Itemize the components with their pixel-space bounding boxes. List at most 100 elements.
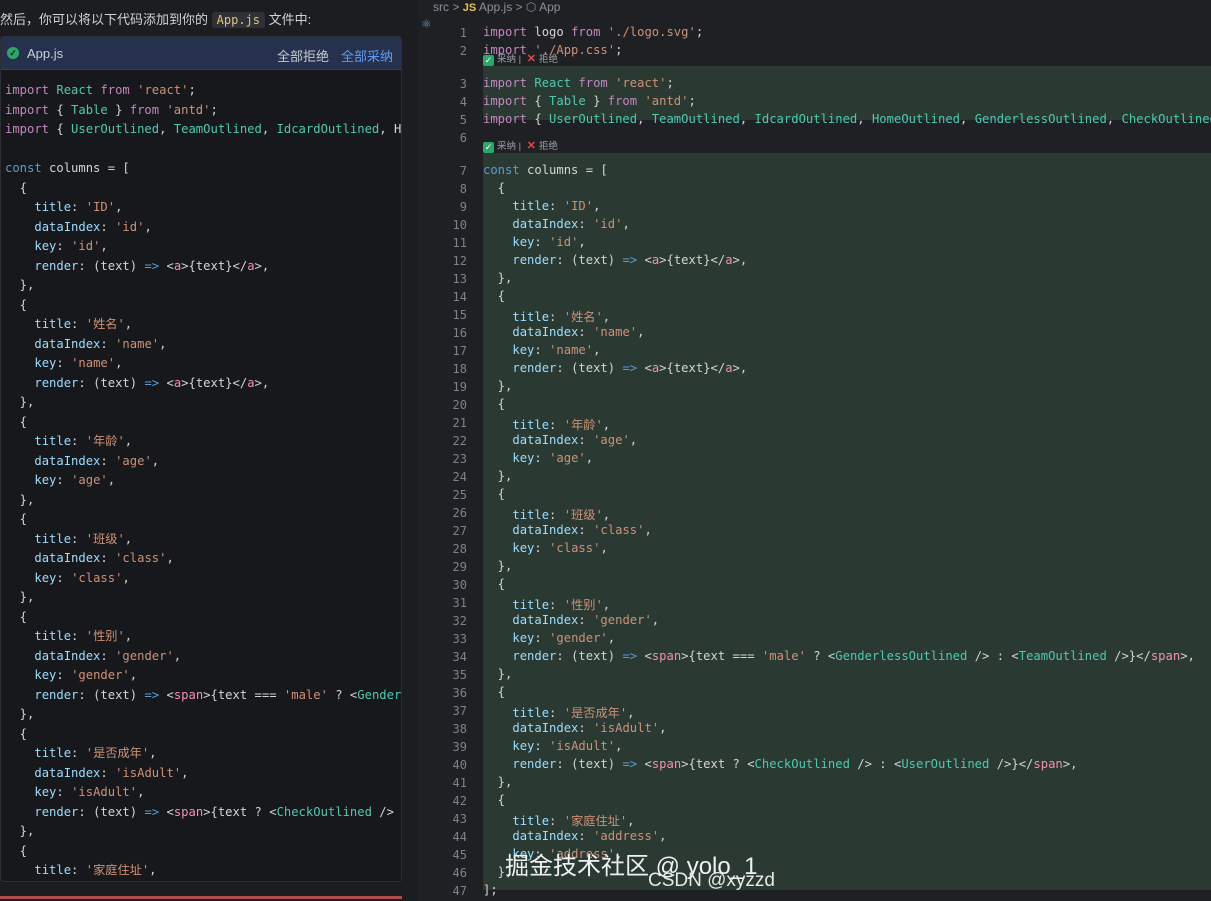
chat-code-line: dataIndex: 'gender', bbox=[34, 648, 182, 663]
line-number: 45 bbox=[452, 848, 467, 862]
accept-suggestion-button[interactable]: 采纳 bbox=[497, 141, 516, 152]
code-line[interactable]: render: (text) => <span>{text ? <CheckOu… bbox=[483, 757, 1077, 771]
code-line[interactable]: title: '年龄', bbox=[483, 415, 610, 433]
chat-code-line: title: 'ID', bbox=[34, 200, 123, 214]
chat-code-line: { bbox=[5, 414, 28, 429]
code-block: ✓ App.js 全部拒绝 全部采纳 import React from 're… bbox=[0, 36, 402, 882]
line-number: 36 bbox=[452, 686, 467, 700]
chat-code-line: }, bbox=[5, 707, 35, 721]
code-line[interactable]: dataIndex: 'gender', bbox=[483, 613, 659, 627]
code-line[interactable] bbox=[483, 130, 490, 144]
chat-panel: 然后，你可以将以下代码添加到你的 App.js 文件中: ✓ App.js 全部… bbox=[0, 0, 417, 901]
code-line[interactable]: render: (text) => <span>{text === 'male'… bbox=[483, 649, 1195, 663]
reject-all-button[interactable]: 全部拒绝 bbox=[277, 46, 329, 65]
accept-all-button[interactable]: 全部采纳 bbox=[341, 46, 393, 65]
reject-suggestion-button[interactable]: 拒绝 bbox=[539, 141, 558, 152]
code-line[interactable]: const columns = [ bbox=[483, 163, 608, 177]
line-number: 38 bbox=[452, 722, 467, 736]
code-line[interactable]: dataIndex: 'name', bbox=[483, 325, 644, 339]
chat-code-line: const columns = [ bbox=[5, 161, 130, 175]
code-line[interactable]: dataIndex: 'isAdult', bbox=[483, 721, 666, 735]
line-number: 20 bbox=[452, 398, 467, 412]
code-line[interactable]: }, bbox=[483, 667, 513, 681]
chat-code-line bbox=[5, 140, 401, 160]
line-number: 30 bbox=[452, 578, 467, 592]
code-line[interactable]: }, bbox=[483, 271, 513, 285]
line-number: 41 bbox=[452, 776, 467, 790]
code-line[interactable]: render: (text) => <a>{text}</a>, bbox=[483, 253, 747, 267]
chat-code-line: title: '是否成年', bbox=[34, 746, 157, 760]
chat-code-line: { bbox=[5, 512, 28, 526]
chat-code-line: key: 'class', bbox=[34, 570, 130, 585]
code-line[interactable]: render: (text) => <a>{text}</a>, bbox=[483, 361, 747, 375]
line-number: 7 bbox=[459, 164, 467, 178]
line-number: 33 bbox=[452, 632, 467, 646]
line-number: 22 bbox=[452, 434, 467, 448]
code-line[interactable]: import { UserOutlined, TeamOutlined, Idc… bbox=[483, 112, 1211, 126]
code-line[interactable]: key: 'name', bbox=[483, 343, 600, 357]
code-line[interactable]: key: 'age', bbox=[483, 451, 593, 465]
code-editor[interactable]: ✓ 采纳 | ✕ 拒绝 ✓ 采纳 | ✕ 拒绝 1 import logo from './l… bbox=[417, 0, 1211, 901]
line-number: 44 bbox=[452, 830, 467, 844]
line-number: 47 bbox=[452, 884, 467, 898]
code-line[interactable]: dataIndex: 'age', bbox=[483, 433, 637, 447]
chat-code-line: }, bbox=[5, 824, 35, 838]
chat-code-line: }, bbox=[5, 492, 35, 507]
line-number: 26 bbox=[452, 506, 467, 520]
code-line[interactable]: }, bbox=[483, 559, 513, 573]
code-line[interactable]: title: '性别', bbox=[483, 595, 610, 613]
code-line[interactable]: import logo from './logo.svg'; bbox=[483, 25, 703, 39]
code-line[interactable]: }, bbox=[483, 469, 513, 483]
line-number: 6 bbox=[459, 131, 467, 145]
line-number: 3 bbox=[459, 77, 467, 91]
code-line[interactable]: }, bbox=[483, 379, 513, 393]
code-line[interactable]: dataIndex: 'id', bbox=[483, 217, 629, 231]
intro-filename: App.js bbox=[211, 12, 265, 28]
code-line[interactable]: import React from 'react'; bbox=[483, 76, 674, 90]
code-line[interactable]: import { Table } from 'antd'; bbox=[483, 94, 696, 108]
code-line[interactable]: { bbox=[483, 685, 505, 699]
code-line[interactable]: { bbox=[483, 289, 505, 303]
code-line[interactable]: ]; bbox=[483, 883, 498, 897]
line-number: 34 bbox=[452, 650, 467, 664]
chat-code-line: render: (text) => <a>{text}</a>, bbox=[34, 258, 270, 273]
chat-code-line: render: (text) => <span>{text === 'male'… bbox=[34, 687, 402, 702]
code-line[interactable]: key: 'id', bbox=[483, 235, 585, 249]
line-number: 12 bbox=[452, 254, 467, 268]
code-line[interactable]: { bbox=[483, 793, 505, 807]
chat-code-line: key: 'gender', bbox=[34, 668, 138, 682]
line-number: 23 bbox=[452, 452, 467, 466]
code-line[interactable]: title: '姓名', bbox=[483, 307, 610, 325]
line-number: 40 bbox=[452, 758, 467, 772]
check-circle-icon: ✓ bbox=[7, 47, 19, 59]
chat-code-line: title: '性别', bbox=[34, 629, 133, 643]
code-line[interactable]: { bbox=[483, 577, 505, 591]
line-number: 10 bbox=[452, 218, 467, 232]
chat-code-line: key: 'name', bbox=[34, 356, 123, 370]
line-number: 42 bbox=[452, 794, 467, 808]
line-number: 32 bbox=[452, 614, 467, 628]
code-block-header: ✓ App.js 全部拒绝 全部采纳 bbox=[1, 37, 401, 70]
code-line[interactable]: { bbox=[483, 487, 505, 501]
chat-code-line: dataIndex: 'class', bbox=[34, 551, 174, 565]
line-number: 19 bbox=[452, 380, 467, 394]
chat-code-line: }, bbox=[5, 395, 35, 409]
code-line[interactable]: title: '是否成年', bbox=[483, 703, 634, 721]
code-line[interactable]: dataIndex: 'class', bbox=[483, 523, 651, 537]
line-number: 17 bbox=[452, 344, 467, 358]
code-line[interactable]: key: 'class', bbox=[483, 541, 607, 555]
code-line[interactable]: title: 'ID', bbox=[483, 199, 600, 213]
code-line[interactable]: title: '家庭住址', bbox=[483, 811, 634, 829]
code-line[interactable]: title: '班级', bbox=[483, 505, 610, 523]
code-line[interactable]: key: 'isAdult', bbox=[483, 739, 622, 753]
code-line[interactable]: key: 'gender', bbox=[483, 631, 615, 645]
code-line[interactable]: { bbox=[483, 397, 505, 411]
line-number: 24 bbox=[452, 470, 467, 484]
chat-code-line: }, bbox=[5, 590, 35, 604]
chat-code-line: render: (text) => <a>{text}</a>, bbox=[34, 375, 270, 390]
code-block-filename: App.js bbox=[27, 46, 64, 61]
code-line[interactable]: import './App.css'; bbox=[483, 43, 622, 57]
code-line[interactable]: dataIndex: 'address', bbox=[483, 829, 666, 843]
code-line[interactable]: { bbox=[483, 181, 505, 195]
code-line[interactable]: }, bbox=[483, 775, 513, 789]
